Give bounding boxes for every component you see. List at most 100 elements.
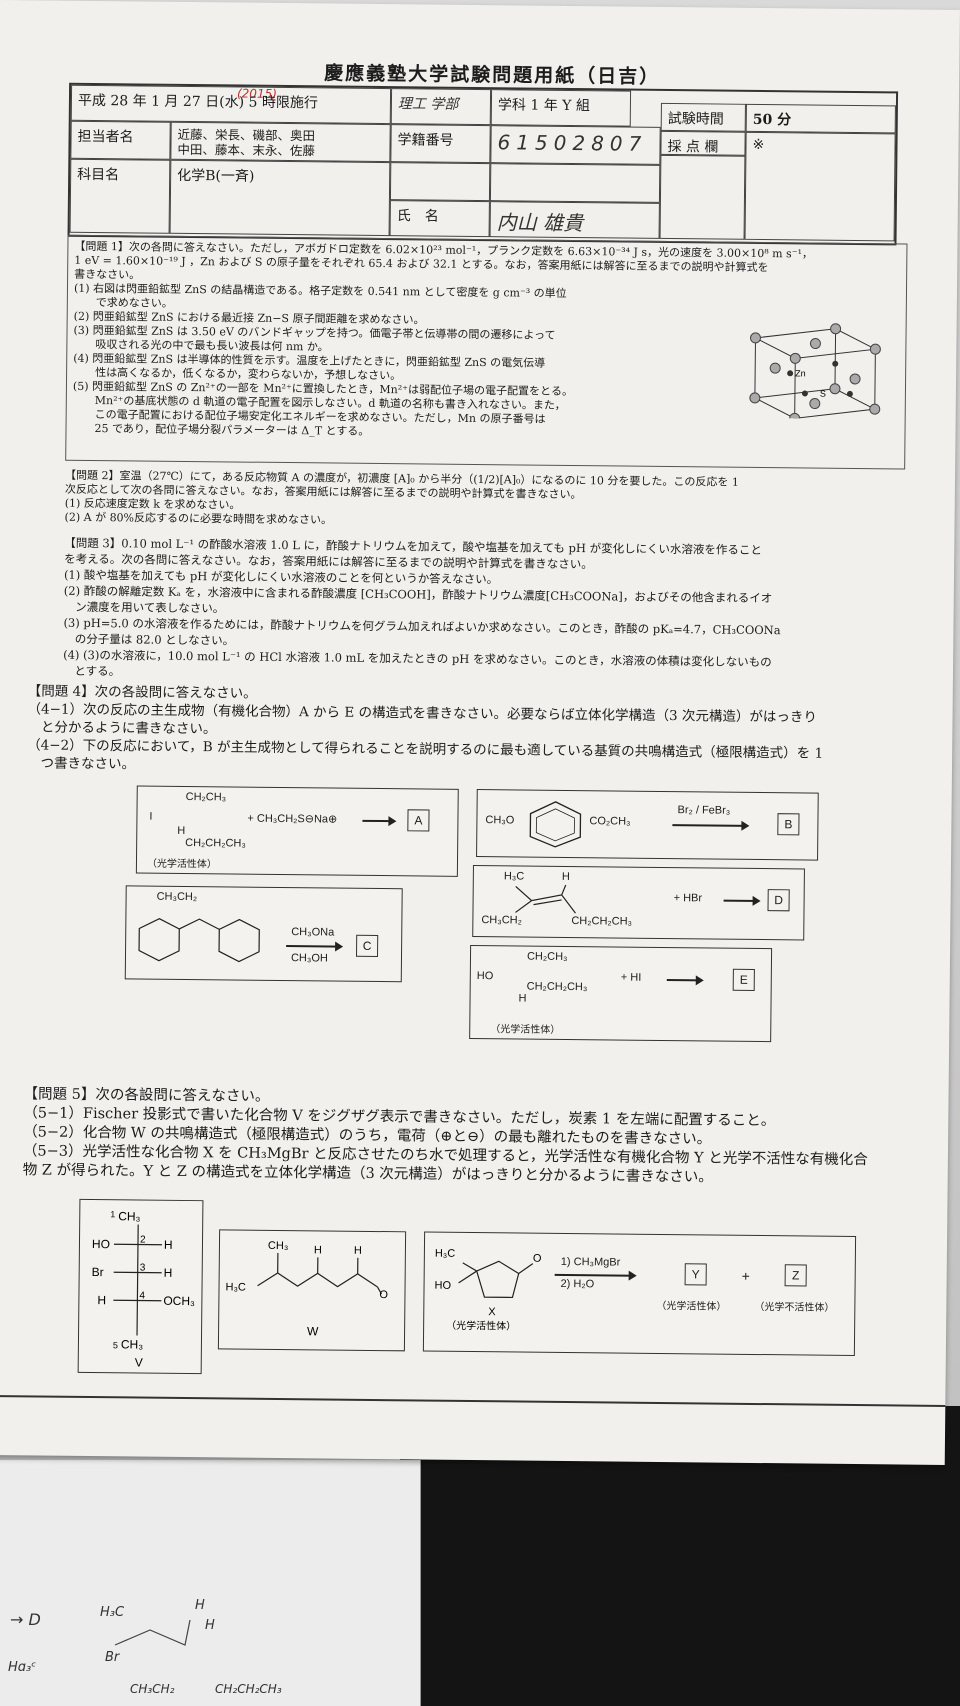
x-structure: H₃C HO O X （光学活性体） <box>434 1248 542 1333</box>
note-sketch <box>114 1619 191 1646</box>
w-label: W <box>307 1324 319 1338</box>
exam-time-label: 試験時間 <box>660 102 746 132</box>
exam-title: 慶應義塾大学試験問題用紙（日吉） <box>324 62 661 88</box>
rxa-h: H <box>177 824 186 837</box>
x-ho: HO <box>434 1280 451 1292</box>
v-n1: 1 <box>110 1209 115 1219</box>
x-arrow <box>554 1273 635 1277</box>
x-step2: 2) H₂O <box>560 1277 595 1291</box>
reaction-c: CH₃CH₂ CH₃ONa CH₃OH C <box>124 885 403 983</box>
product-e: E <box>732 968 755 991</box>
product-c: C <box>356 934 379 958</box>
q4-block: 【問題 4】次の各設問に答えなさい。 （4−1）次の反応の主生成物（有機化合物）A… <box>27 682 933 781</box>
w-structure: CH₃ H H H₃C O W <box>225 1240 388 1339</box>
v-r3-l: Br <box>92 1265 104 1279</box>
x-o: O <box>533 1253 542 1265</box>
product-y: Y <box>684 1263 707 1286</box>
x-note: （光学活性体） <box>446 1319 516 1333</box>
reaction-d: H₃C H CH₃CH₂ CH₂CH₂CH₃ + HBr D <box>472 865 805 941</box>
rxd-reagent: + HBr <box>673 892 703 905</box>
faculty-cell: 理工 学部 <box>390 88 492 126</box>
teacher-label: 担当者名 <box>70 120 171 160</box>
bottom-rule <box>0 1394 946 1407</box>
zns-crystal-figure: Zn S <box>749 323 881 420</box>
v-c1: CH₃ <box>118 1209 140 1223</box>
rxe-bottom: CH₂CH₂CH₃ <box>526 980 588 994</box>
rxc-arrow <box>286 945 342 948</box>
q5-block: 【問題 5】次の各設問に答えなさい。 （5−1）Fischer 投影式で書いた化合… <box>23 1085 929 1189</box>
diphenyl-c <box>138 918 260 963</box>
z-note: （光学不活性体） <box>754 1301 835 1314</box>
rxe-h: H <box>518 992 527 1005</box>
name-label: 氏 名 <box>389 200 490 238</box>
w-left: H₃C <box>225 1281 246 1293</box>
rxa-reagent: + CH₃CH₂S⊖Na⊕ <box>247 812 338 826</box>
v-r2-r: H <box>164 1238 173 1252</box>
exam-sheet: (2015) 慶應義塾大学試験問題用紙（日吉） 平成 28 年 1 月 27 日… <box>0 0 960 1465</box>
subject-label: 科目名 <box>69 158 171 234</box>
scoring-box <box>659 154 746 240</box>
student-no-label: 学籍番号 <box>390 124 491 164</box>
q3-text: 【問題 3】0.10 mol L⁻¹ の酢酸水溶液 1.0 L に，酢酸ナトリウ… <box>63 535 904 688</box>
name-value: 内山 雄貴 <box>489 201 660 239</box>
v-c5: CH₃ <box>121 1337 143 1351</box>
rxc-top: CH₃CH₂ <box>156 890 198 904</box>
date-cell: 平成 28 年 1 月 27 日(水) 5 時限施行 <box>70 84 392 125</box>
q1-box: 【問題 1】次の各問に答えなさい。ただし，アボガドロ定数を 6.02×10²³ … <box>65 234 908 470</box>
rxb-left: CH₃O <box>485 814 515 827</box>
product-a: A <box>407 809 430 832</box>
rxc-reagent1: CH₃ONa <box>291 926 335 939</box>
rxe-top: CH₂CH₃ <box>526 950 568 963</box>
note-paper: → D H₃C H H Br CH₃CH₂ CH₂CH₂CH₃ Hɑ₃ᶜ <box>0 1460 421 1706</box>
q2-block: 【問題 2】室温（27℃）にて，ある反応物質 A の濃度が，初濃度 [A]₀ か… <box>65 469 906 534</box>
w-h2: H <box>354 1245 362 1257</box>
product-b: B <box>777 813 800 836</box>
v-r2-l: HO <box>92 1237 110 1251</box>
student-no-value: 61502807 <box>490 125 661 165</box>
blank-cell <box>389 162 491 202</box>
v-r3-r: H <box>164 1266 173 1280</box>
header-table: 平成 28 年 1 月 27 日(水) 5 時限施行 理工 学部 学科 1 年 … <box>67 82 899 246</box>
x-step1: 1) CH₃MgBr <box>560 1255 621 1269</box>
rxc-reagent2: CH₃OH <box>290 952 328 965</box>
subject-value: 化学B(一斉) <box>169 159 391 237</box>
q4-text: 【問題 4】次の各設問に答えなさい。 （4−1）次の反応の主生成物（有機化合物）A… <box>27 682 933 781</box>
rxb-reagent: Br₂ / FeBr₃ <box>677 804 731 817</box>
rxe-note: （光学活性体） <box>490 1024 561 1036</box>
rxa-bottom: CH₂CH₂CH₃ <box>185 836 246 850</box>
v-r4-r: OCH₃ <box>163 1294 195 1308</box>
reaction-b: CH₃O CO₂CH₃ Br₂ / FeBr₃ B <box>476 789 819 861</box>
x-plus: + <box>741 1267 750 1284</box>
v-r2-n: 2 <box>140 1235 146 1246</box>
v-r4-n: 4 <box>139 1291 145 1302</box>
rxa-arrow <box>362 819 395 822</box>
product-z: Z <box>784 1264 807 1287</box>
v-n5: 5 <box>113 1340 118 1350</box>
alkene-d <box>515 884 576 914</box>
rxa-left: I <box>149 810 153 823</box>
q5-text: 【問題 5】次の各設問に答えなさい。 （5−1）Fischer 投影式で書いた化合… <box>23 1085 929 1189</box>
q2-text: 【問題 2】室温（27℃）にて，ある反応物質 A の濃度が，初濃度 [A]₀ か… <box>65 469 906 534</box>
w-ch3: CH₃ <box>268 1240 288 1252</box>
rxb-right: CO₂CH₃ <box>589 815 631 828</box>
rxd-arrow <box>723 899 759 902</box>
product-d: D <box>767 889 790 912</box>
compound-v: 1 CH₃ HO 2 H Br 3 H H 4 OCH₃ 5 CH₃ V <box>77 1198 204 1375</box>
s-label: S <box>820 389 826 399</box>
reaction-a: CH₂CH₃ I H CH₂CH₂CH₃ （光学活性体） + CH₃CH₂S⊖N… <box>135 785 459 877</box>
reaction-x: H₃C HO O X （光学活性体） 1) CH₃MgBr 2) H₂O Y +… <box>422 1231 857 1357</box>
fischer-projection: 1 CH₃ HO 2 H Br 3 H H 4 OCH₃ 5 CH₃ V <box>92 1209 196 1369</box>
y-note: （光学活性体） <box>656 1300 727 1313</box>
blank-cell-2 <box>489 163 661 203</box>
benzene-ring-b <box>529 801 582 848</box>
rxa-note: （光学活性体） <box>146 858 218 871</box>
dept-cell: 学科 1 年 Y 組 <box>490 89 632 127</box>
reaction-e: CH₂CH₃ HO H CH₂CH₂CH₃ （光学活性体） + HI E <box>469 944 773 1043</box>
compound-w: CH₃ H H H₃C O W <box>217 1229 407 1352</box>
w-h1: H <box>314 1244 322 1256</box>
v-r3-n: 3 <box>140 1263 146 1274</box>
rxa-top: CH₂CH₃ <box>185 790 227 804</box>
rxe-reagent: + HI <box>620 971 642 984</box>
problems-area: 【問題 1】次の各問に答えなさい。ただし，アボガドロ定数を 6.02×10²³ … <box>63 234 908 688</box>
x-me: H₃C <box>435 1248 456 1260</box>
